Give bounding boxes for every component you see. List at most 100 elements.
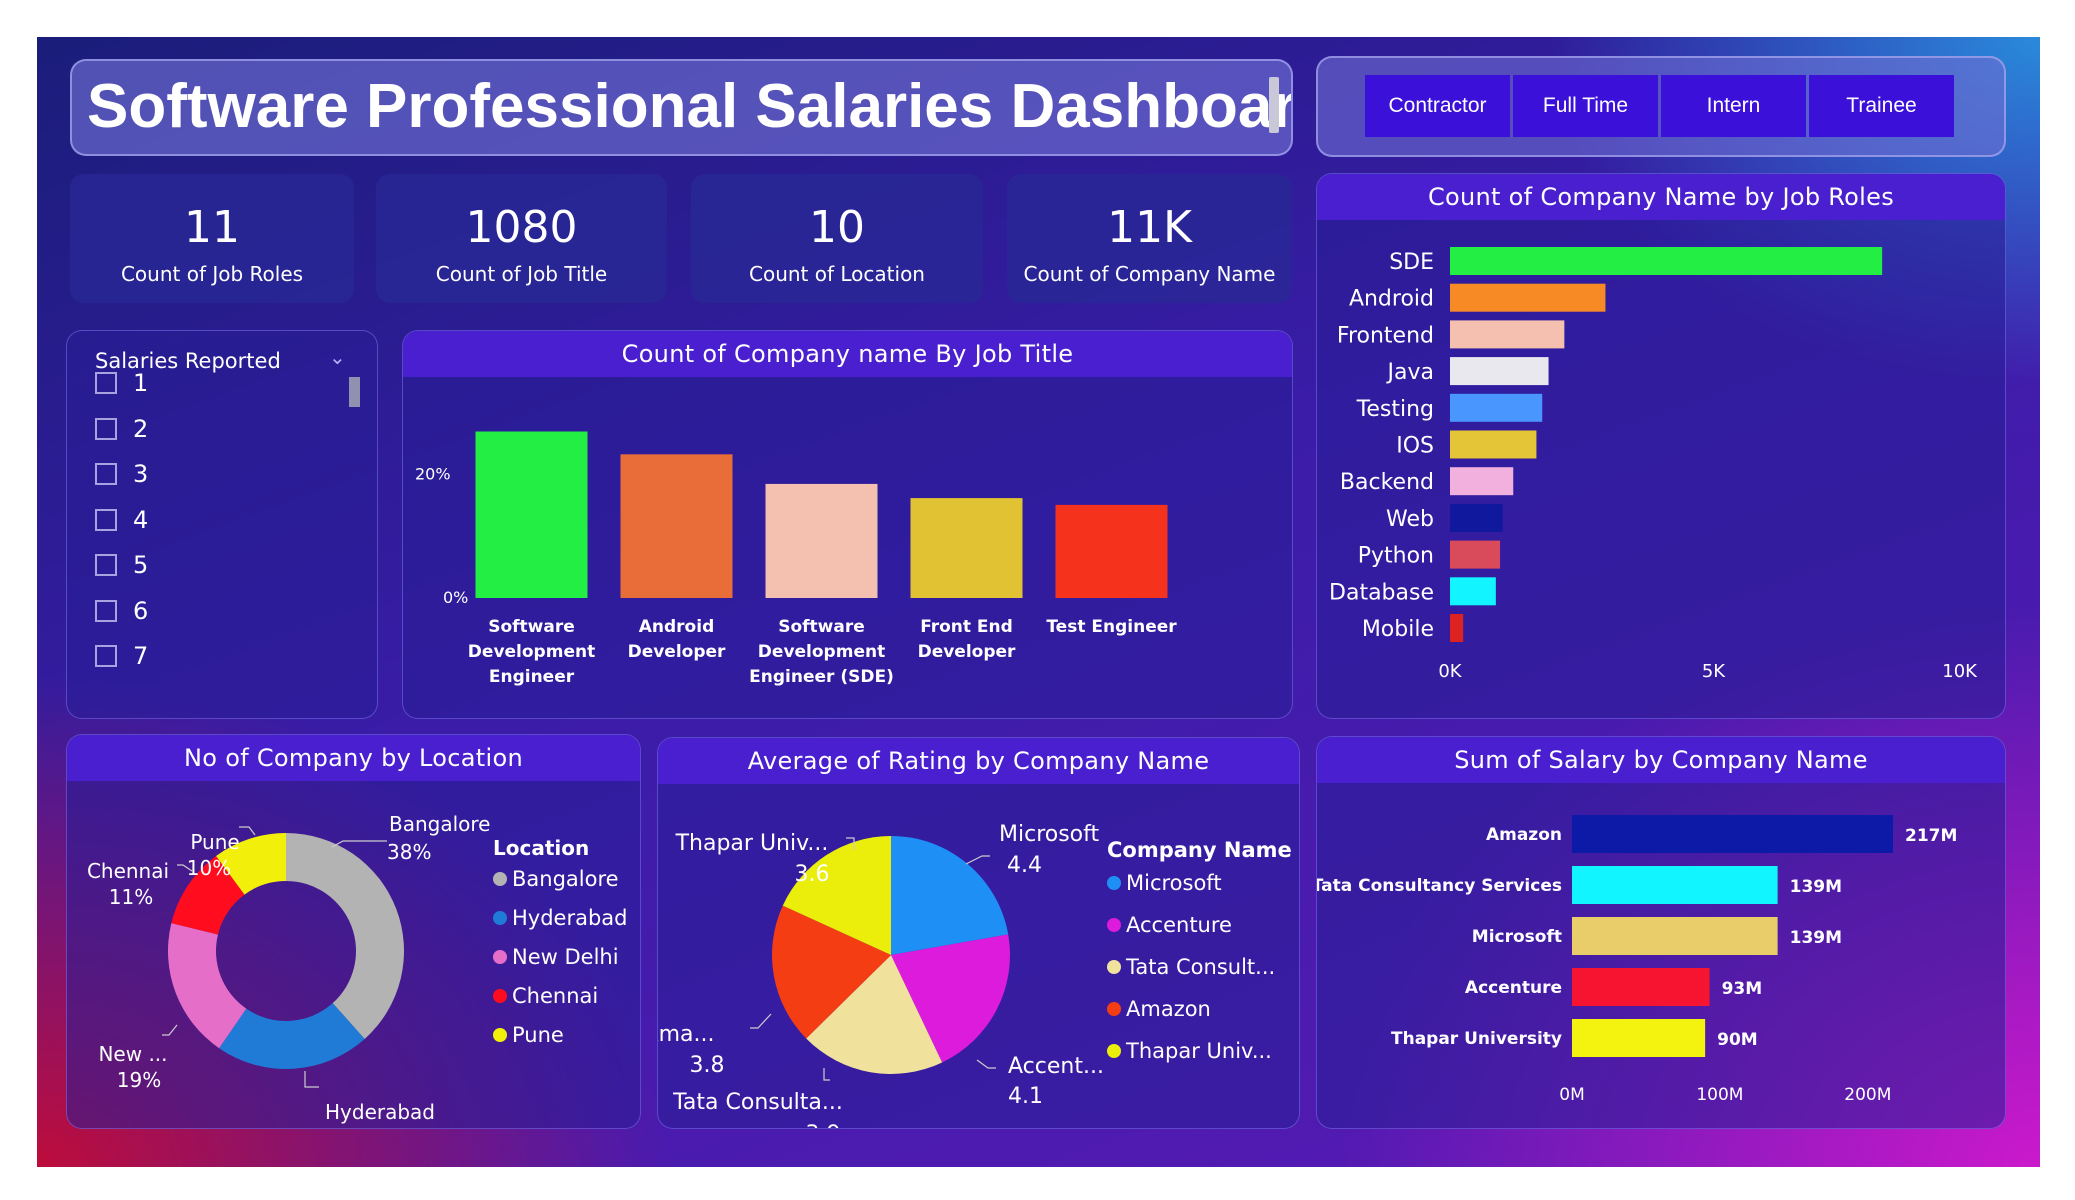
legend-label: Thapar Univ... [1126, 1039, 1272, 1063]
data-label-name: Ama... [658, 1022, 714, 1047]
legend-item[interactable]: Hyderabad [493, 906, 628, 930]
y-tick-label: Testing [1356, 397, 1434, 422]
title-scrollbar[interactable] [1269, 77, 1279, 133]
legend-item[interactable]: Pune [493, 1023, 564, 1047]
leader-line [750, 1013, 772, 1029]
slicer-item-1[interactable]: 1 [95, 368, 148, 398]
y-tick-label: Python [1358, 544, 1434, 569]
legend-title: Company Name [1107, 838, 1292, 862]
data-label: 90M [1717, 1030, 1758, 1050]
job-type-contractor-button[interactable]: Contractor [1365, 75, 1510, 137]
job-title-bar-chart: 0% 20% Software Development Engineer Android D… [415, 431, 1177, 687]
x-tick-label: 5K [1702, 661, 1726, 682]
legend-item[interactable]: New Delhi [493, 945, 619, 969]
y-tick-label: Java [1386, 360, 1434, 385]
job-type-full-time-button[interactable]: Full Time [1513, 75, 1658, 137]
checkbox-icon[interactable] [95, 417, 117, 440]
y-tick-label: Web [1386, 507, 1434, 532]
page-title: Software Professional Salaries Dashboard [87, 72, 1293, 141]
data-label-value: 38% [387, 840, 431, 864]
slicer-item-label: 5 [133, 551, 149, 579]
slicer-item-6[interactable]: 6 [95, 596, 148, 626]
slicer-item-3[interactable]: 3 [95, 459, 148, 489]
data-label: 139M [1790, 877, 1842, 897]
bar [1572, 815, 1893, 853]
chevron-down-icon[interactable]: ⌄ [329, 345, 346, 369]
leader-line [823, 1068, 830, 1081]
legend-item[interactable]: Chennai [493, 984, 598, 1008]
legend-label: Pune [512, 1023, 564, 1047]
x-tick-label: 200M [1844, 1085, 1891, 1105]
y-tick-label: Android [1349, 287, 1434, 312]
legend-item[interactable]: Microsoft [1107, 871, 1222, 895]
checkbox-icon[interactable] [95, 463, 117, 485]
bar [1450, 320, 1565, 349]
pie-slice [891, 836, 1009, 955]
slicer-item-2[interactable]: 2 [95, 414, 148, 444]
y-tick-label: IOS [1396, 434, 1434, 459]
legend-item[interactable]: Amazon [1107, 997, 1211, 1021]
checkbox-icon[interactable] [95, 372, 117, 394]
x-tick-label: Development [758, 642, 885, 662]
x-tick-label: Android [639, 617, 715, 637]
legend-item[interactable]: Thapar Univ... [1107, 1039, 1272, 1063]
data-label-value: 4.1 [1008, 1084, 1043, 1109]
job-type-intern-button[interactable]: Intern [1661, 75, 1806, 137]
y-tick-label: Microsoft [1472, 927, 1562, 947]
bar [1450, 467, 1514, 496]
bar [1572, 866, 1778, 904]
data-label-value: 4.4 [1007, 853, 1042, 878]
x-tick-label: Development [468, 642, 595, 662]
kpi-label: Count of Job Title [435, 262, 608, 286]
y-tick-label: Frontend [1337, 323, 1434, 348]
slicer-item-7[interactable]: 7 [95, 641, 148, 671]
checkbox-icon[interactable] [95, 554, 117, 576]
salary-chart-panel: Sum of Salary by Company Name Amazon 217M… [1316, 736, 2006, 1129]
slicer-item-label: 3 [133, 460, 149, 488]
bar [1572, 968, 1710, 1006]
slicer-item-label: 2 [133, 414, 149, 443]
bar [620, 454, 733, 598]
checkbox-icon[interactable] [95, 508, 117, 531]
bar [1450, 393, 1543, 422]
x-tick-label: 0M [1559, 1085, 1584, 1105]
y-tick-label: Tata Consultancy Services [1317, 876, 1562, 896]
slicer-item-5[interactable]: 5 [95, 550, 148, 580]
kpi-label: Count of Company Name [1023, 262, 1276, 286]
legend-item[interactable]: Accenture [1107, 913, 1232, 937]
job-type-trainee-button[interactable]: Trainee [1809, 75, 1954, 137]
location-donut-chart: Bangalore 38% Hyderabad 21% New ...19% Chenna… [87, 812, 491, 1128]
data-label-value: 3.9 [806, 1122, 841, 1129]
x-tick-label: 100M [1696, 1085, 1743, 1105]
data-label: 139M [1790, 928, 1842, 948]
bar [765, 483, 878, 598]
data-label-name: Microsoft [999, 822, 1099, 847]
title-panel: Software Professional Salaries Dashboard [70, 59, 1293, 156]
kpi-value: 10 [809, 202, 865, 253]
data-label-name: Chennai [87, 859, 169, 883]
legend-item[interactable]: Tata Consult... [1107, 955, 1275, 979]
x-tick-label: 0K [1438, 661, 1462, 682]
bar [1450, 430, 1537, 459]
legend-label: New Delhi [512, 945, 619, 969]
x-tick-label: Front End [920, 617, 1013, 637]
slicer-item-4[interactable]: 4 [95, 505, 148, 535]
x-tick-label: Test Engineer [1046, 617, 1177, 637]
bar [1450, 283, 1606, 312]
x-tick-label: Engineer (SDE) [749, 667, 894, 687]
checkbox-icon[interactable] [95, 599, 117, 622]
slicer-scrollbar[interactable] [349, 377, 360, 407]
salary-bar-chart: Amazon 217M Tata Consultancy Services 139M M… [1317, 815, 1957, 1105]
data-label-value: 3.8 [690, 1053, 725, 1078]
x-tick-label: 10K [1942, 661, 1978, 682]
y-tick-label: 0% [443, 588, 468, 607]
job-type-slicer: Contractor Full Time Intern Trainee [1316, 56, 2006, 157]
legend-item[interactable]: Bangalore [493, 867, 619, 891]
data-label-name: Tata Consulta... [672, 1090, 843, 1115]
legend-label: Bangalore [512, 867, 619, 891]
kpi-label: Count of Job Roles [120, 262, 304, 286]
rating-chart-panel: Average of Rating by Company Name Micros… [657, 737, 1300, 1129]
legend-dot-icon [493, 872, 507, 886]
legend-dot-icon [493, 950, 507, 964]
checkbox-icon[interactable] [95, 645, 117, 667]
